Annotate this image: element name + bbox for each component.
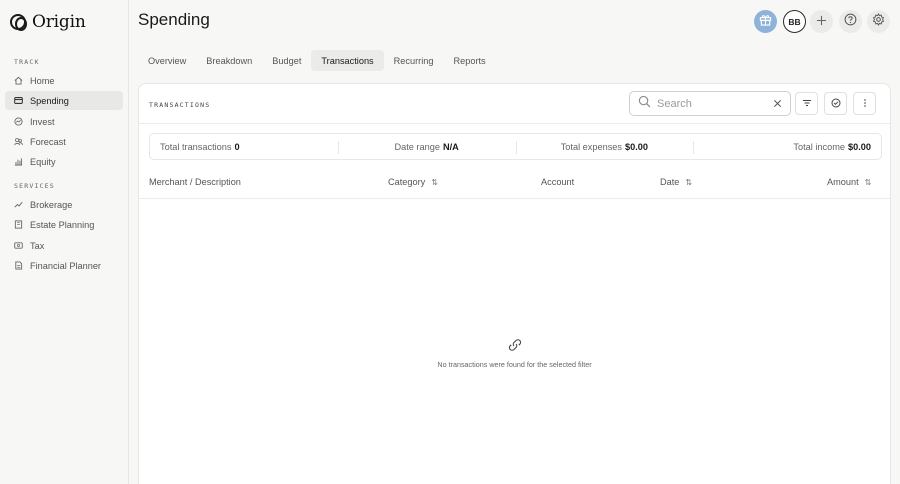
column-amount[interactable]: Amount ⇅: [827, 177, 871, 187]
summary-date-range: Date range N/A: [337, 134, 516, 159]
sidebar-item-estate-planning[interactable]: Estate Planning: [5, 215, 123, 234]
sidebar-item-forecast[interactable]: Forecast: [5, 132, 123, 151]
column-label: Merchant / Description: [149, 177, 241, 187]
filter-icon: [802, 95, 812, 113]
summary-value: N/A: [442, 141, 459, 152]
avatar[interactable]: BB: [783, 10, 806, 33]
link-icon: [508, 339, 522, 356]
column-label: Date: [660, 177, 680, 187]
panel-title: Transactions: [149, 101, 211, 109]
forecast-icon: [14, 137, 23, 146]
summary-label: Total transactions: [160, 141, 232, 152]
more-vertical-icon: [860, 95, 870, 113]
sidebar-item-label: Financial Planner: [30, 260, 101, 271]
sidebar-item-label: Estate Planning: [30, 219, 95, 230]
sidebar-item-equity[interactable]: Equity: [5, 152, 123, 171]
more-options-button[interactable]: [853, 92, 876, 115]
sidebar-item-label: Equity: [30, 156, 56, 167]
trend-icon: [14, 200, 23, 209]
search-input[interactable]: [657, 97, 767, 110]
tab-recurring[interactable]: Recurring: [384, 50, 444, 71]
summary-label: Date range: [394, 141, 440, 152]
column-merchant[interactable]: Merchant / Description: [149, 177, 241, 187]
summary-bar: Total transactions 0 Date range N/A Tota…: [149, 133, 882, 160]
app-name: Origin: [32, 12, 86, 32]
summary-value: $0.00: [848, 141, 871, 152]
check-circle-icon: [831, 95, 841, 113]
origin-logo[interactable]: Origin: [10, 12, 86, 32]
sidebar-item-home[interactable]: Home: [5, 71, 123, 90]
table-header: Merchant / Description Category ⇅ Accoun…: [139, 167, 890, 199]
column-account[interactable]: Account: [541, 177, 574, 187]
column-date[interactable]: Date ⇅: [660, 177, 692, 187]
sidebar-item-spending[interactable]: Spending: [5, 91, 123, 110]
review-button[interactable]: [824, 92, 847, 115]
panel-divider: [139, 123, 890, 124]
search-box[interactable]: [629, 91, 791, 116]
plus-icon: [816, 13, 827, 31]
gift-icon: [759, 13, 772, 31]
sort-icon[interactable]: ⇅: [431, 178, 438, 187]
sidebar-item-financial-planner[interactable]: Financial Planner: [5, 256, 123, 275]
summary-label: Total income: [793, 141, 845, 152]
gear-icon: [872, 12, 885, 31]
sidebar-item-invest[interactable]: Invest: [5, 112, 123, 131]
summary-total-transactions: Total transactions 0: [150, 134, 338, 159]
sidebar: Origin Track Home Spending Invest Foreca…: [0, 0, 129, 484]
summary-value: $0.00: [625, 141, 649, 152]
summary-value: 0: [234, 141, 240, 152]
tab-budget[interactable]: Budget: [262, 50, 311, 71]
building-icon: [14, 220, 23, 229]
empty-message: No transactions were found for the selec…: [437, 360, 592, 369]
page-title: Spending: [138, 10, 210, 29]
column-label: Amount: [827, 177, 859, 187]
wallet-icon: [14, 96, 23, 105]
summary-total-income: Total income $0.00: [693, 134, 881, 159]
column-label: Category: [388, 177, 426, 187]
sidebar-item-label: Home: [30, 75, 55, 86]
gift-button[interactable]: [754, 10, 777, 33]
filter-button[interactable]: [795, 92, 818, 115]
column-label: Account: [541, 177, 575, 187]
clear-search-icon[interactable]: [773, 95, 782, 113]
sort-icon[interactable]: ⇅: [685, 178, 692, 187]
sidebar-item-label: Invest: [30, 116, 55, 127]
column-category[interactable]: Category ⇅: [388, 177, 438, 187]
search-icon: [638, 95, 651, 113]
sidebar-item-label: Spending: [30, 95, 69, 106]
invest-icon: [14, 117, 23, 126]
equity-icon: [14, 157, 23, 166]
summary-total-expenses: Total expenses $0.00: [515, 134, 694, 159]
section-title-services: Services: [14, 182, 55, 190]
home-icon: [14, 76, 23, 85]
help-icon: [844, 13, 857, 31]
transactions-panel: Transactions Total transactions 0 Date r…: [138, 83, 891, 484]
origin-logo-icon: [10, 14, 27, 31]
sidebar-item-label: Brokerage: [30, 199, 73, 210]
tax-icon: [14, 241, 23, 250]
add-button[interactable]: [810, 10, 833, 33]
tab-bar: Overview Breakdown Budget Transactions R…: [138, 50, 496, 71]
settings-button[interactable]: [867, 10, 890, 33]
sidebar-item-label: Tax: [30, 240, 45, 251]
document-icon: [14, 261, 23, 270]
sidebar-item-label: Forecast: [30, 136, 66, 147]
tab-breakdown[interactable]: Breakdown: [196, 50, 262, 71]
section-title-track: Track: [14, 58, 40, 66]
help-button[interactable]: [839, 10, 862, 33]
tab-transactions[interactable]: Transactions: [311, 50, 384, 71]
summary-label: Total expenses: [560, 141, 623, 152]
empty-state: No transactions were found for the selec…: [139, 338, 890, 369]
tab-reports[interactable]: Reports: [443, 50, 495, 71]
sort-icon[interactable]: ⇅: [865, 178, 872, 187]
sidebar-item-tax[interactable]: Tax: [5, 236, 123, 255]
tab-overview[interactable]: Overview: [138, 50, 196, 71]
sidebar-item-brokerage[interactable]: Brokerage: [5, 195, 123, 214]
